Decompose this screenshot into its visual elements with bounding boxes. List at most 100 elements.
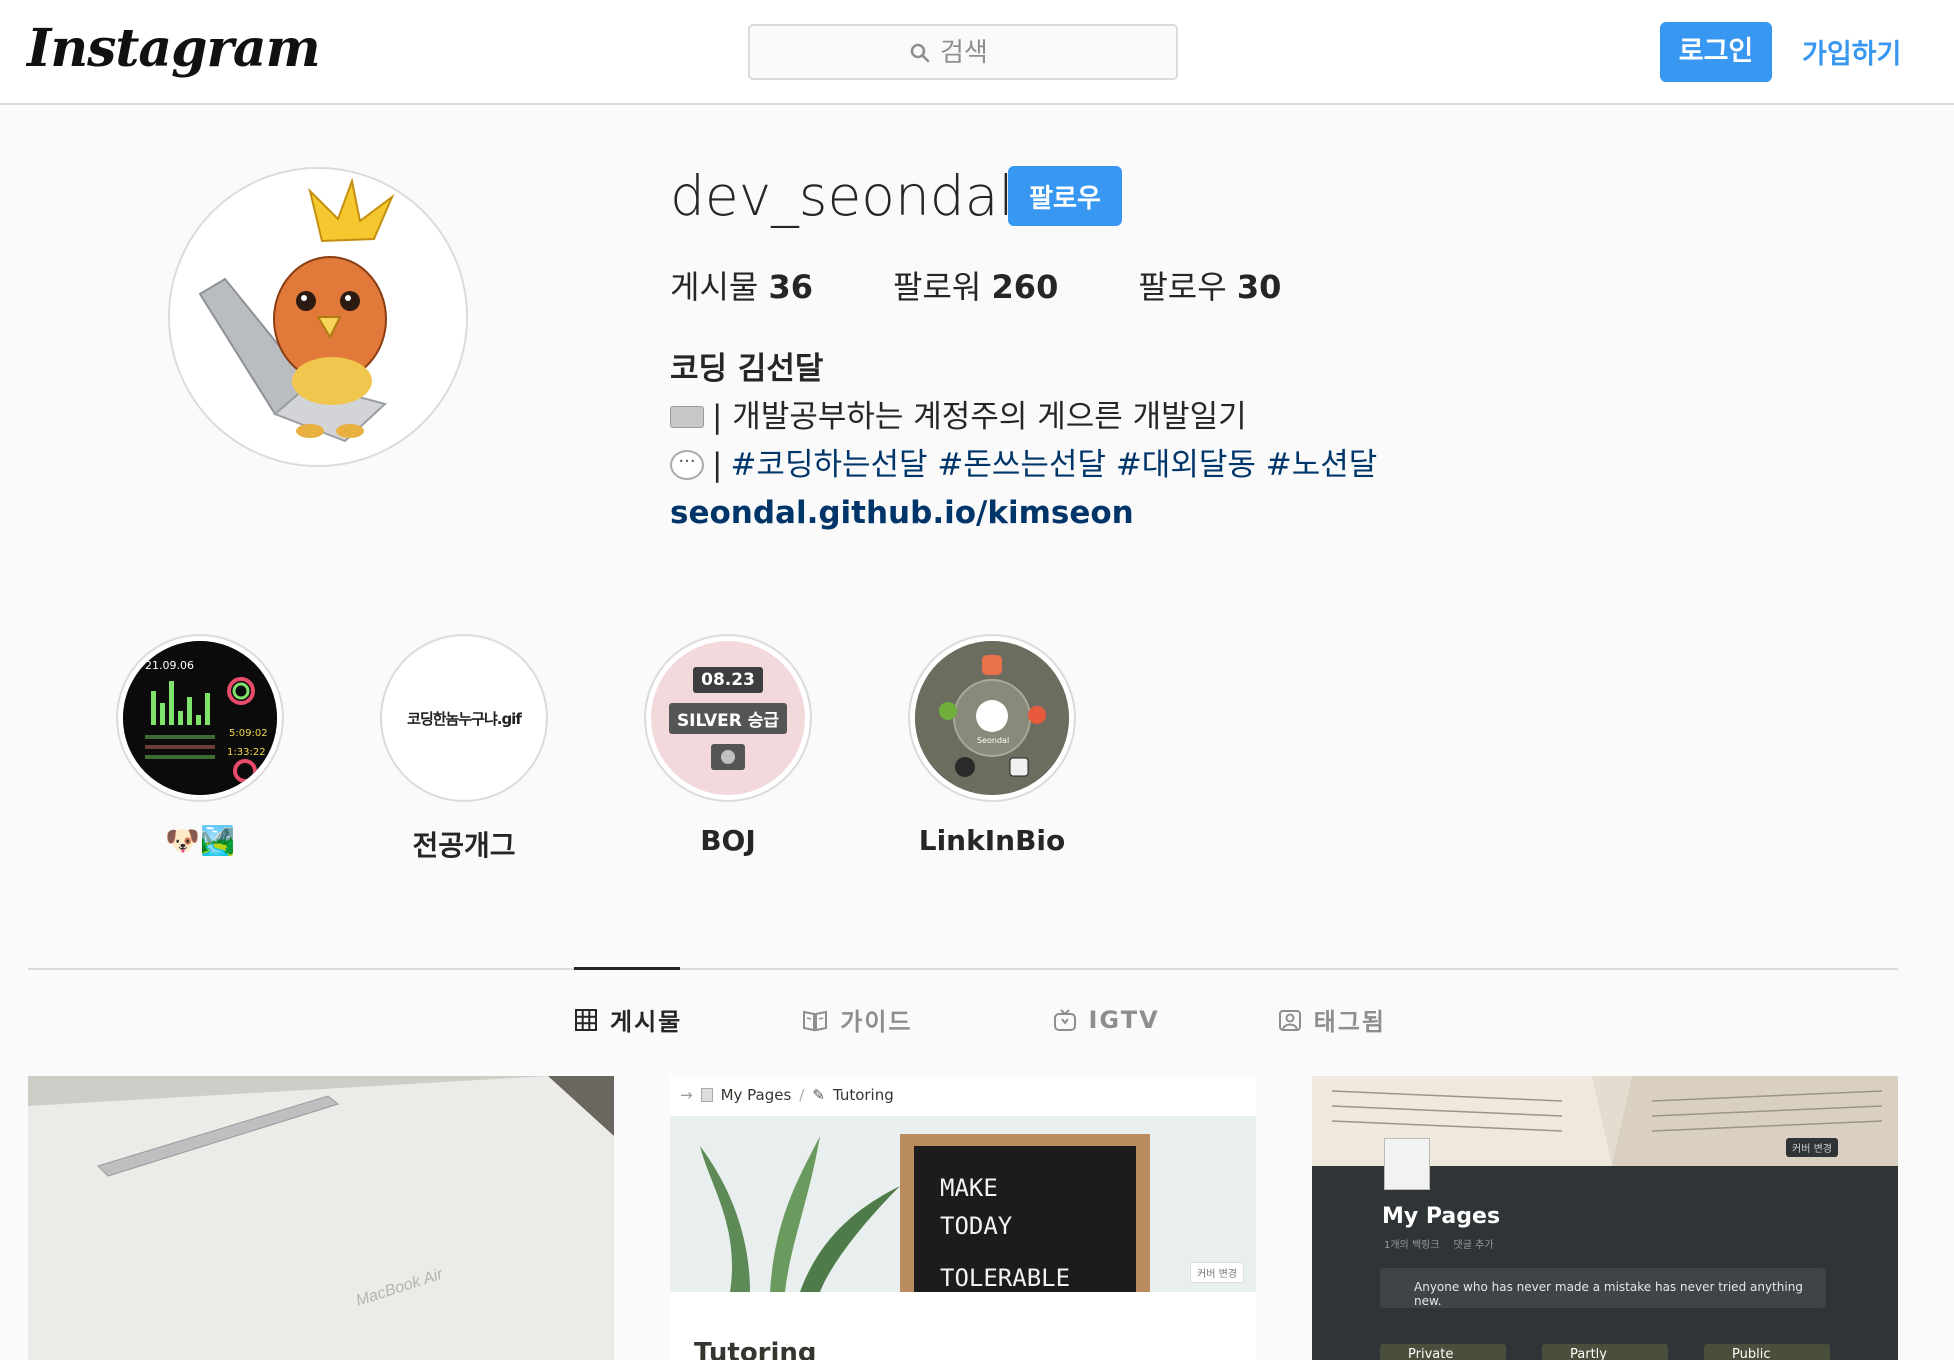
profile-stats: 게시물 36 팔로워 260 팔로우 30	[670, 262, 1361, 308]
highlight-ring[interactable]: Seondal	[908, 634, 1076, 802]
highlight-cover: Seondal	[915, 641, 1069, 795]
comment-meta: 댓글 추가	[1453, 1240, 1494, 1251]
bio-line-2: ··· | #코딩하는선달 #돈쓰는선달 #대외달동 #노션달	[670, 441, 1377, 489]
arrow-right-icon: →	[680, 1086, 693, 1104]
posts-stat-count: 36	[768, 268, 814, 306]
plant-and-letterboard-image: MAKE TODAY TOLERABLE	[670, 1116, 1256, 1292]
page-icon	[700, 1088, 713, 1102]
following-stat-count: 30	[1236, 268, 1282, 306]
search-input[interactable]	[940, 38, 1060, 68]
highlight-label: 전공개그	[412, 829, 516, 862]
followers-stat-label: 팔로워	[893, 268, 982, 306]
tabs-divider	[28, 968, 1898, 970]
tag-public: Public	[1704, 1344, 1830, 1360]
post-thumbnail[interactable]: → My Pages / ✎ Tutoring MAKE TODAY TOLER…	[670, 1076, 1256, 1360]
tistory-icon	[1028, 706, 1046, 724]
highlight-ring[interactable]: 코딩한놈누구냐.gif	[380, 634, 548, 802]
highlight-label: 🐶🏞️	[165, 824, 235, 857]
boj-tier-badge: SILVER 승급	[668, 702, 788, 734]
highlight-item[interactable]: 08.23 SILVER 승급 BOJ	[644, 634, 812, 860]
pen-icon: ✎	[812, 1086, 825, 1104]
page-icon	[1384, 1138, 1430, 1190]
highlight-ring[interactable]: 08.23 SILVER 승급	[644, 634, 812, 802]
highlight-date-text: 21.09.06	[145, 659, 194, 672]
profile-tabs: 게시물 가이드 IGTV 태그됨	[574, 1002, 1506, 1037]
signup-link[interactable]: 가입하기	[1802, 32, 1901, 71]
crumb-separator: /	[799, 1086, 805, 1104]
profile-bio: 코딩 김선달 | 개발공부하는 계정주의 게으른 개발일기 ··· | #코딩하…	[670, 345, 1377, 537]
highlight-cover-text: 코딩한놈누구냐.gif	[407, 709, 522, 728]
board-line-1: MAKE	[940, 1174, 998, 1202]
board-line-3: TOLERABLE	[940, 1264, 1070, 1292]
macbook-box-image: MacBook Air	[28, 1076, 614, 1360]
medal-icon	[711, 743, 745, 770]
tab-tagged[interactable]: 태그됨	[1278, 1002, 1386, 1037]
speech-bubble-icon: ···	[670, 450, 704, 480]
profile-avatar[interactable]	[168, 167, 468, 467]
following-stat-label: 팔로우	[1138, 268, 1227, 306]
tab-posts-label: 게시물	[610, 1008, 683, 1036]
followers-stat-count: 260	[991, 268, 1059, 306]
active-tab-indicator	[574, 967, 680, 970]
bio-hashtags[interactable]: #코딩하는선달 #돈쓰는선달 #대외달동 #노션달	[730, 441, 1377, 489]
quote-text: Anyone who has never made a mistake has …	[1414, 1280, 1803, 1308]
posts-stat: 게시물 36	[670, 262, 813, 308]
profile-username: dev_seondal	[670, 164, 1014, 228]
keyboard-icon	[670, 406, 704, 428]
bio-name: 코딩 김선달	[670, 351, 824, 387]
highlight-item[interactable]: 코딩한놈누구냐.gif 전공개그	[380, 634, 548, 862]
bio-line-1: | 개발공부하는 계정주의 게으른 개발일기	[670, 393, 1377, 441]
tab-guides[interactable]: 가이드	[802, 1002, 912, 1037]
highlight-item[interactable]: Seondal LinkInBio	[908, 634, 1076, 860]
instagram-icon	[982, 655, 1002, 675]
link-in-bio-name: Seondal	[977, 736, 1009, 745]
tab-guides-label: 가이드	[840, 1008, 913, 1036]
highlight-label: BOJ	[700, 824, 756, 857]
board-line-2: TODAY	[940, 1212, 1013, 1240]
boj-date-badge: 08.23	[693, 666, 763, 693]
github-icon	[955, 757, 975, 777]
tag-partly: Partly	[1542, 1344, 1668, 1360]
search-icon	[910, 43, 930, 63]
tag-private: Private	[1380, 1344, 1506, 1360]
highlight-label: LinkInBio	[918, 824, 1066, 857]
following-stat[interactable]: 팔로우 30	[1138, 262, 1281, 308]
highlight-cover: 08.23 SILVER 승급	[651, 641, 805, 795]
change-cover-label: 커버 변경	[1786, 1138, 1838, 1157]
tutoring-cover: MAKE TODAY TOLERABLE	[670, 1116, 1256, 1292]
highlight-watch-subtime: 1:33:22	[227, 747, 266, 758]
crumb-tutoring: Tutoring	[832, 1086, 894, 1104]
bio-line-2-prefix: |	[712, 447, 723, 483]
notion-breadcrumb: → My Pages / ✎ Tutoring	[680, 1086, 894, 1104]
crumb-my-pages: My Pages	[720, 1086, 792, 1104]
velog-icon	[939, 702, 957, 720]
search-box[interactable]	[748, 24, 1178, 80]
instagram-logo[interactable]: Instagram	[27, 18, 321, 79]
tagged-icon	[1278, 1009, 1301, 1031]
page-meta: 1개의 백링크 댓글 추가	[1384, 1236, 1494, 1251]
grid-icon	[575, 1008, 597, 1031]
tab-igtv-label: IGTV	[1088, 1005, 1160, 1034]
bio-website-link[interactable]: seondal.github.io/kimseon	[670, 495, 1134, 531]
notion-icon	[1009, 757, 1029, 777]
screen-time-chart-image: 21.09.06 5:09:02 1:33:22	[123, 641, 277, 795]
backlink-meta: 1개의 백링크	[1384, 1240, 1440, 1251]
post-thumbnail[interactable]: MacBook Air	[28, 1076, 614, 1360]
my-pages-title: My Pages	[1382, 1204, 1501, 1229]
follow-button[interactable]: 팔로우	[1008, 166, 1122, 226]
followers-stat[interactable]: 팔로워 260	[893, 262, 1058, 308]
igtv-icon	[1053, 1008, 1076, 1031]
highlight-item[interactable]: 21.09.06 5:09:02 1:33:22 🐶🏞️	[116, 634, 284, 860]
tab-posts[interactable]: 게시물	[574, 1002, 682, 1037]
post-thumbnail[interactable]: 커버 변경 My Pages 1개의 백링크 댓글 추가 Anyone who …	[1312, 1076, 1898, 1360]
top-navigation-bar: Instagram 로그인 가입하기	[0, 0, 1954, 105]
tab-igtv[interactable]: IGTV	[1053, 1002, 1160, 1037]
link-in-bio-image: Seondal	[915, 641, 1069, 795]
highlight-watch-time: 5:09:02	[229, 728, 268, 739]
tutoring-title: Tutoring	[694, 1338, 817, 1360]
login-button[interactable]: 로그인	[1660, 22, 1772, 82]
highlight-cover: 코딩한놈누구냐.gif	[387, 641, 541, 795]
profile-picture	[170, 169, 466, 465]
posts-stat-label: 게시물	[670, 268, 759, 306]
highlight-ring[interactable]: 21.09.06 5:09:02 1:33:22	[116, 634, 284, 802]
